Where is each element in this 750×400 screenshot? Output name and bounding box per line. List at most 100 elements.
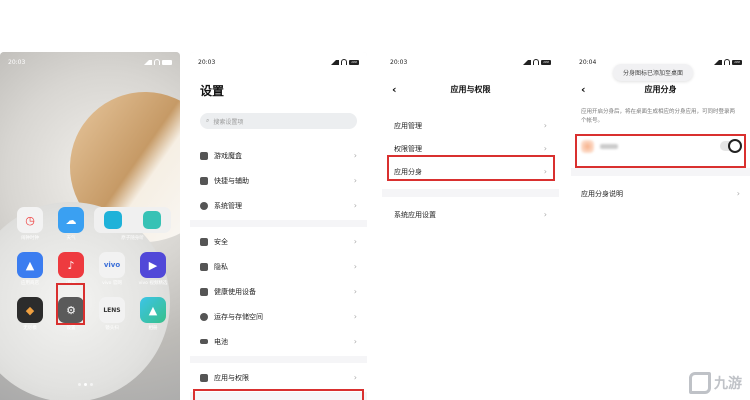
wifi-icon [154,59,160,65]
settings-item-system[interactable]: 系统管理 › [190,193,367,218]
video-icon: ▶ [140,252,166,278]
app-lens[interactable]: LENS 镜头扫 [94,297,130,331]
search-input[interactable]: ⌕ 搜索设置项 [200,113,357,129]
battery-icon: 100 [162,59,172,65]
vivo-icon: vivo [99,252,125,278]
watermark-text: 九游 [714,376,742,392]
item-label: 应用分身说明 [581,189,623,198]
signal-icon [144,59,152,65]
watermark-logo-icon [689,372,711,394]
game-icon [200,151,208,160]
page-title: 设置 [200,84,225,98]
item-system-app-settings[interactable]: 系统应用设置 › [382,203,559,226]
settings-item-battery[interactable]: 电池 › [190,329,367,354]
battery-icon: 100 [349,59,359,65]
nav-bar: ‹ 应用与权限 [382,78,559,100]
status-bar: 20:03 100 [382,52,559,72]
app-store[interactable]: ▲ 应用商店 [12,252,48,286]
settings-item-apps-permissions[interactable]: 应用与权限 › [190,365,367,390]
wifi-icon [533,59,539,65]
settings-item-security[interactable]: 安全 › [190,229,367,254]
item-app-management[interactable]: 应用管理 › [382,114,559,137]
settings-group-2: 安全 › 隐私 › 健康使用设备 › 运存与存储空间 › 电池 › [190,227,367,356]
app-gallery[interactable]: ▲ 相册 [135,297,171,331]
chevron-right-icon: › [353,287,357,296]
item-label: 系统管理 [214,201,242,210]
app-clock[interactable]: ◷ 闹钟时钟 [12,207,48,241]
storage-pie-icon [200,312,208,321]
clone-description: 应用开启分身后，将在桌面生成相应的分身应用，可同时登录两个帐号。 [581,109,736,124]
signal-icon [714,59,722,65]
search-icon: ⌕ [206,117,210,124]
highlight-app-clone [387,155,555,181]
shortcut-icon [200,176,208,185]
settings-item-privacy[interactable]: 隐私 › [190,254,367,279]
wifi-icon [341,59,347,65]
apps-permissions-screen: 20:03 100 ‹ 应用与权限 应用管理 › 权限管理 › 应用分身 › 系统应用… [382,52,559,400]
item-label: 安全 [214,237,228,246]
item-label: 健康使用设备 [214,287,256,296]
battery-icon: 100 [541,59,551,65]
item-label: 系统应用设置 [394,210,436,219]
page-title: 应用与权限 [450,84,491,94]
highlight-clone-toggle [575,134,746,168]
play-icon [142,211,161,229]
highlight-apps-permissions [193,389,364,400]
weather-icon: ☁ [58,207,84,233]
item-label: 应用管理 [394,121,422,130]
app-music[interactable]: ♪ i音乐 [53,252,89,286]
app-vivo[interactable]: vivo vivo 官网 [94,252,130,286]
chevron-right-icon: › [353,337,357,346]
status-bar: 20:03 100 [0,52,180,72]
chevron-right-icon: › [543,121,547,130]
shield-icon [200,237,208,246]
item-label: 游戏魔盒 [214,151,242,160]
app-label: 镜头扫 [105,326,119,331]
status-time: 20:04 [579,58,597,66]
app-clone-screen: 20:04 100 分身图标已添加至桌面 ‹ 应用分身 应用开启分身后，将在桌面… [571,52,750,400]
chevron-right-icon: › [353,262,357,271]
app-label: 无尽模 [23,326,37,331]
cube-icon: ◆ [17,297,43,323]
apps-icon [200,373,208,382]
chevron-right-icon: › [353,151,357,160]
settings-group-3: 应用与权限 › [190,363,367,392]
app-store-icon: ▲ [17,252,43,278]
chevron-right-icon: › [736,189,740,198]
settings-item-shortcut[interactable]: 快捷与辅助 › [190,168,367,193]
watermark: 九游 [689,372,742,394]
settings-item-health[interactable]: 健康使用设备 › [190,279,367,304]
system-gear-icon [200,201,208,210]
status-time: 20:03 [390,58,408,66]
battery-setting-icon [200,339,208,344]
settings-group-1: 游戏魔盒 › 快捷与辅助 › 系统管理 › [190,141,367,220]
chevron-right-icon: › [353,176,357,185]
app-cube[interactable]: ◆ 无尽模 [12,297,48,331]
page-title: 应用分身 [644,84,677,94]
clock-icon: ◷ [17,207,43,233]
item-label: 电池 [214,337,228,346]
app-label: 应用商店 [21,281,39,286]
chevron-right-icon: › [353,237,357,246]
chevron-right-icon: › [543,144,547,153]
app-label: 原子随身听 [121,236,144,241]
settings-item-game-box[interactable]: 游戏魔盒 › [190,143,367,168]
item-label: 隐私 [214,262,228,271]
chevron-right-icon: › [353,373,357,382]
tutorial-composite: 20:03 100 ◷ 闹钟时钟 ☁ 天气 原子随身听 ▲ 应用商店 ♪ i音乐… [0,0,750,400]
app-video[interactable]: ▶ vivo 视频精选 [135,252,171,286]
battery-icon: 100 [732,59,742,65]
app-label: 闹钟时钟 [21,236,39,241]
hourglass-icon [200,287,208,296]
app-label: 相册 [148,326,158,331]
settings-item-storage[interactable]: 运存与存储空间 › [190,304,367,329]
item-label: 运存与存储空间 [214,312,263,321]
chevron-right-icon: › [353,312,357,321]
status-time: 20:03 [198,58,216,66]
app-weather[interactable]: ☁ 天气 [53,207,89,241]
item-clone-help[interactable]: 应用分身说明 › [571,182,750,205]
settings-screen: 20:03 100 设置 ⌕ 搜索设置项 游戏魔盒 › 快捷与辅助 › 系统管理 › … [190,52,367,400]
app-folder[interactable]: 原子随身听 [94,207,171,241]
item-label: 权限管理 [394,144,422,153]
app-label: 天气 [66,236,76,241]
